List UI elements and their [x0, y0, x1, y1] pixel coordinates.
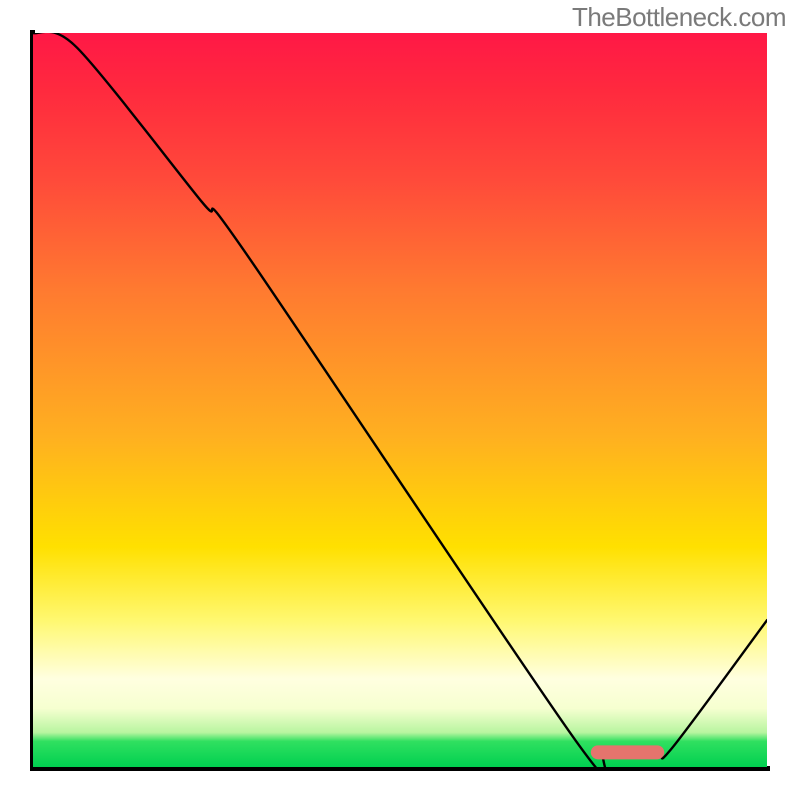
chart-container: TheBottleneck.com — [0, 0, 800, 800]
optimal-range-marker — [33, 33, 767, 767]
plot-area — [33, 33, 767, 767]
attribution-watermark: TheBottleneck.com — [572, 2, 786, 33]
